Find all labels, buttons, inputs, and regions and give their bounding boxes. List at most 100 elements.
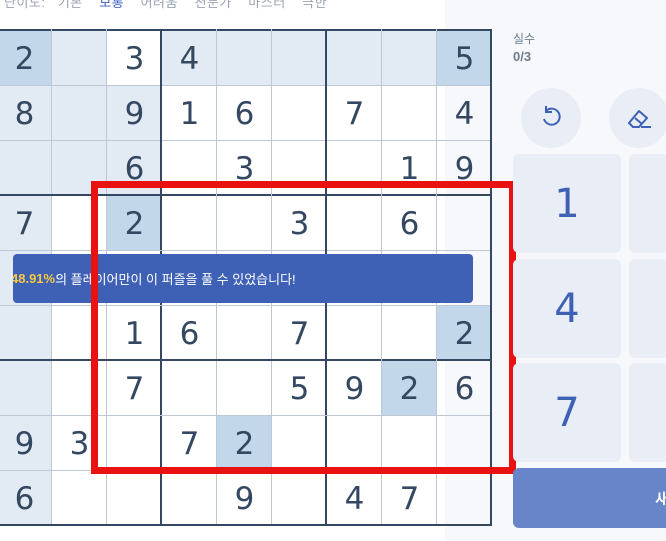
numpad-key-partial[interactable]: [629, 363, 666, 462]
board-cell[interactable]: 3: [272, 196, 327, 251]
board-cell[interactable]: [217, 31, 272, 86]
board-cell[interactable]: [382, 416, 437, 471]
board-cell[interactable]: [382, 306, 437, 361]
board-cell[interactable]: [327, 306, 382, 361]
board-cell[interactable]: 3: [52, 416, 107, 471]
board-cell[interactable]: [162, 471, 217, 526]
board-cell[interactable]: 7: [0, 196, 52, 251]
board-cell[interactable]: [217, 306, 272, 361]
board-cell[interactable]: [52, 361, 107, 416]
board-cell[interactable]: 3: [217, 141, 272, 196]
board-cell[interactable]: 9: [217, 471, 272, 526]
board-cell[interactable]: 9: [0, 416, 52, 471]
board-cell[interactable]: [52, 196, 107, 251]
board-cell[interactable]: 3: [107, 31, 162, 86]
numpad-key-1[interactable]: 1: [513, 154, 621, 253]
board-cell[interactable]: 7: [162, 416, 217, 471]
board-cell[interactable]: 6: [0, 471, 52, 526]
board-cell[interactable]: [327, 141, 382, 196]
board-cell[interactable]: [382, 86, 437, 141]
board-cell[interactable]: [52, 141, 107, 196]
completion-percent: 48.91%: [13, 271, 56, 286]
grid-line: [0, 470, 492, 471]
grid-line: [0, 415, 492, 416]
difficulty-tab-basic[interactable]: 기본: [58, 0, 83, 10]
difficulty-tab-master[interactable]: 마스터: [248, 0, 285, 10]
board-cell[interactable]: [217, 196, 272, 251]
board-cell[interactable]: 1: [382, 141, 437, 196]
board-cell[interactable]: [162, 361, 217, 416]
board-cell[interactable]: [272, 86, 327, 141]
board-cell[interactable]: [272, 416, 327, 471]
board-cell[interactable]: [437, 196, 492, 251]
difficulty-tabs: 난이도: 기본 보통 어려움 전문가 마스터 극한: [4, 0, 327, 10]
board-cell[interactable]: 9: [107, 86, 162, 141]
board-cell[interactable]: 9: [437, 141, 492, 196]
board-cell[interactable]: 2: [382, 361, 437, 416]
board-cell[interactable]: 2: [0, 31, 52, 86]
board-cell[interactable]: 6: [107, 141, 162, 196]
board-cell[interactable]: 4: [327, 471, 382, 526]
board-cell[interactable]: [0, 141, 52, 196]
board-cell[interactable]: 4: [162, 31, 217, 86]
grid-line: [0, 305, 492, 306]
board-cell[interactable]: 7: [272, 306, 327, 361]
difficulty-tab-expert[interactable]: 전문가: [194, 0, 231, 10]
grid-line: [0, 194, 492, 196]
board-cell[interactable]: [52, 471, 107, 526]
board-cell[interactable]: [327, 416, 382, 471]
board-cell[interactable]: 2: [217, 416, 272, 471]
undo-icon: [543, 106, 561, 126]
grid-line: [0, 85, 492, 86]
board-cell[interactable]: [162, 141, 217, 196]
board-cell[interactable]: [0, 306, 52, 361]
board-cell[interactable]: [52, 306, 107, 361]
board-cell[interactable]: 1: [107, 306, 162, 361]
board-cell[interactable]: 4: [437, 86, 492, 141]
board-cell[interactable]: 6: [217, 86, 272, 141]
difficulty-tab-extreme[interactable]: 극한: [302, 0, 327, 10]
difficulty-tab-normal[interactable]: 보통: [99, 0, 124, 10]
new-game-label: 새: [655, 490, 666, 508]
undo-button[interactable]: [521, 88, 581, 148]
numpad-key-partial[interactable]: [629, 259, 666, 358]
board-cell[interactable]: 1: [162, 86, 217, 141]
board-cell[interactable]: [52, 31, 107, 86]
board-cell[interactable]: 5: [272, 361, 327, 416]
board-cell[interactable]: [437, 416, 492, 471]
board-cell[interactable]: 6: [382, 196, 437, 251]
board-cell[interactable]: [272, 31, 327, 86]
board-cell[interactable]: 2: [107, 196, 162, 251]
board-cell[interactable]: 7: [382, 471, 437, 526]
board-cell[interactable]: [217, 361, 272, 416]
board-cell[interactable]: 8: [0, 86, 52, 141]
new-game-button[interactable]: 새: [513, 468, 666, 528]
numpad-key-7[interactable]: 7: [513, 363, 621, 462]
board-cell[interactable]: [162, 196, 217, 251]
board-cell[interactable]: [327, 196, 382, 251]
numpad-key-4[interactable]: 4: [513, 259, 621, 358]
board-cell[interactable]: [272, 471, 327, 526]
board-cell[interactable]: [272, 141, 327, 196]
board-cell[interactable]: [382, 31, 437, 86]
board-cell[interactable]: [327, 31, 382, 86]
difficulty-prefix: 난이도:: [4, 0, 46, 10]
numpad-key-partial[interactable]: [629, 154, 666, 253]
board-cell[interactable]: 2: [437, 306, 492, 361]
board-cell[interactable]: [437, 471, 492, 526]
board-cell[interactable]: 7: [327, 86, 382, 141]
difficulty-bar: 난이도: 기본 보통 어려움 전문가 마스터 극한: [0, 0, 445, 10]
board-cell[interactable]: 9: [327, 361, 382, 416]
grid-line: [0, 250, 492, 251]
difficulty-tab-hard[interactable]: 어려움: [141, 0, 178, 10]
board-cell[interactable]: 6: [437, 361, 492, 416]
board-cell[interactable]: [0, 361, 52, 416]
board-cell[interactable]: 7: [107, 361, 162, 416]
grid-line: [0, 359, 492, 361]
board-cell[interactable]: 5: [437, 31, 492, 86]
board-cell[interactable]: [52, 86, 107, 141]
board-cell[interactable]: [107, 416, 162, 471]
erase-button[interactable]: [609, 88, 666, 148]
board-cell[interactable]: [107, 471, 162, 526]
board-cell[interactable]: 6: [162, 306, 217, 361]
